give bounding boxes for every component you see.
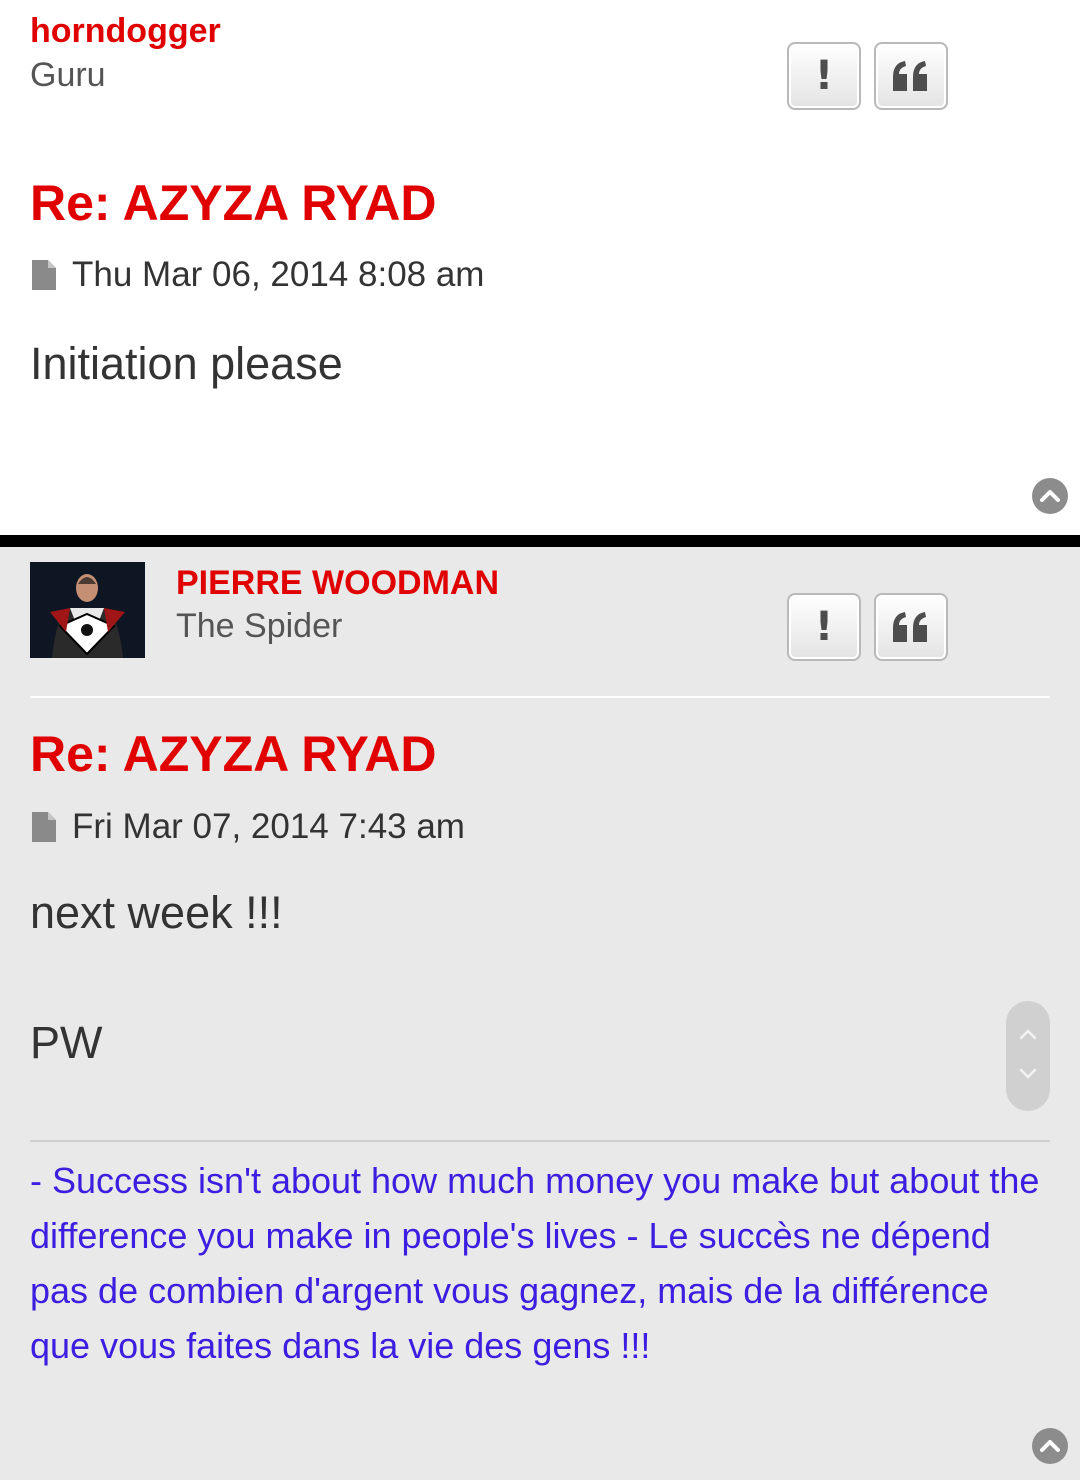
header-divider [30,696,1050,698]
quote-button[interactable] [874,42,948,110]
post-content: Initiation please [30,338,343,389]
avatar[interactable] [30,562,145,658]
report-icon: ! [814,53,834,99]
post-date: Fri Mar 07, 2014 7:43 am [72,807,465,846]
scroll-up-icon[interactable] [1018,1027,1038,1041]
signature-divider [30,1140,1050,1142]
signature: - Success isn't about how much money you… [30,1160,1040,1366]
post-divider [0,535,1080,547]
report-icon: ! [814,604,834,650]
author-name[interactable]: PIERRE WOODMAN [176,564,499,603]
post-content-line: PW [30,1017,103,1068]
author-rank: The Spider [176,607,343,645]
back-to-top-button[interactable] [1032,1428,1068,1464]
report-button[interactable]: ! [787,42,861,110]
post-icon[interactable] [30,258,58,292]
scroll-down-icon[interactable] [1018,1067,1038,1081]
post-date-row: Thu Mar 06, 2014 8:08 am [30,255,484,295]
post-horndogger: horndogger Guru ! Re: AZYZA RYAD Thu Mar… [0,0,1080,535]
back-to-top-icon [1040,1440,1060,1452]
quote-icon [893,61,927,91]
scroll-widget[interactable] [1006,1001,1050,1111]
back-to-top-icon [1040,490,1060,502]
report-button[interactable]: ! [787,593,861,661]
post-date: Thu Mar 06, 2014 8:08 am [72,255,485,294]
quote-button[interactable] [874,593,948,661]
post-title[interactable]: Re: AZYZA RYAD [30,174,437,232]
post-date-row: Fri Mar 07, 2014 7:43 am [30,807,465,847]
back-to-top-button[interactable] [1032,478,1068,514]
post-title[interactable]: Re: AZYZA RYAD [30,725,437,783]
post-icon[interactable] [30,810,58,844]
quote-icon [893,612,927,642]
post-content-line: next week !!! [30,887,283,938]
author-name[interactable]: horndogger [30,12,221,51]
author-rank: Guru [30,56,106,94]
post-pierre-woodman: PIERRE WOODMAN The Spider ! Re: AZYZA RY… [0,547,1080,1480]
